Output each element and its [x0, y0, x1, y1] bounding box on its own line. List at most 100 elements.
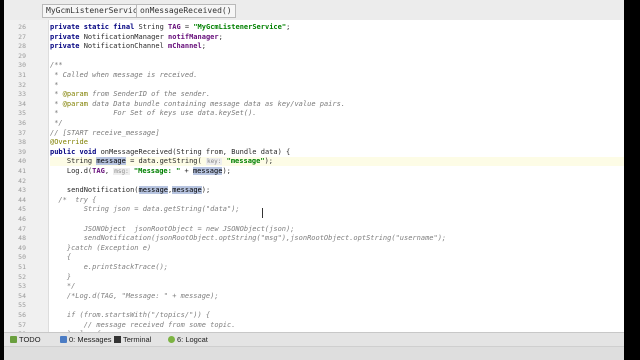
- code-token: sendNotification(jsonRootObject.optStrin…: [50, 234, 447, 243]
- code-line[interactable]: public void onMessageReceived(String fro…: [50, 148, 290, 157]
- line-number[interactable]: 28: [10, 42, 26, 51]
- line-number[interactable]: 26: [10, 23, 26, 32]
- line-number[interactable]: 42: [10, 177, 26, 186]
- line-number[interactable]: 39: [10, 148, 26, 157]
- code-token: */: [50, 119, 63, 127]
- code-line[interactable]: e.printStackTrace();: [50, 263, 168, 272]
- terminal-tool-button[interactable]: Terminal: [114, 335, 151, 345]
- line-number[interactable]: 51: [10, 263, 26, 272]
- todo-tool-button[interactable]: TODO: [10, 335, 41, 345]
- code-line[interactable]: private NotificationManager notifManager…: [50, 33, 223, 42]
- code-line[interactable]: String message = data.getString( key: "m…: [50, 157, 624, 167]
- code-token: @Override: [50, 138, 88, 147]
- code-token: onMessageReceived(String from, Bundle da…: [100, 147, 291, 156]
- code-line[interactable]: * For Set of keys use data.keySet().: [50, 109, 256, 118]
- code-line[interactable]: */: [50, 119, 63, 128]
- code-line[interactable]: private static final String TAG = "MyGcm…: [50, 23, 290, 32]
- code-token: public void: [50, 147, 101, 156]
- code-line[interactable]: * @param from SenderID of the sender.: [50, 90, 210, 99]
- line-number[interactable]: 50: [10, 253, 26, 262]
- line-number[interactable]: 54: [10, 292, 26, 301]
- text-cursor-icon: [262, 208, 267, 218]
- line-number[interactable]: 32: [10, 81, 26, 90]
- line-number[interactable]: 45: [10, 205, 26, 214]
- code-token: d(: [83, 167, 93, 175]
- code-token: {: [50, 253, 72, 262]
- code-token: NotificationManager: [83, 32, 169, 41]
- line-number-gutter[interactable]: 26 27 28 29 30 31 32 33 34 35 36 37 38 39 40 41 42 43 44 45…: [4, 20, 49, 338]
- code-token: *: [50, 99, 63, 108]
- line-number[interactable]: 36: [10, 119, 26, 128]
- code-token: =: [180, 23, 194, 31]
- code-line[interactable]: /**: [50, 61, 63, 70]
- messages-label: 0: Messages: [69, 335, 112, 344]
- line-number[interactable]: 27: [10, 33, 26, 42]
- code-line[interactable]: /* try {: [50, 196, 96, 205]
- code-line[interactable]: // message received from some topic.: [50, 321, 236, 330]
- code-line[interactable]: */: [50, 282, 75, 291]
- code-line[interactable]: }catch (Exception e): [50, 244, 151, 253]
- selected-token: message: [138, 186, 169, 195]
- code-line[interactable]: sendNotification(jsonRootObject.optStrin…: [50, 234, 446, 243]
- code-area[interactable]: private static final String TAG = "MyGcm…: [50, 20, 624, 338]
- line-number[interactable]: 37: [10, 129, 26, 138]
- code-token: // [START receive_message]: [50, 128, 160, 137]
- code-line[interactable]: @Override: [50, 138, 88, 147]
- line-number[interactable]: 40: [10, 157, 26, 166]
- code-line[interactable]: *: [50, 81, 58, 90]
- code-editor[interactable]: 26 27 28 29 30 31 32 33 34 35 36 37 38 39 40 41 42 43 44 45…: [4, 20, 624, 338]
- code-token: *: [50, 90, 63, 99]
- code-token: /*Log.d(TAG, "Message: " + message);: [50, 291, 219, 300]
- line-number[interactable]: 48: [10, 234, 26, 243]
- line-number[interactable]: 55: [10, 301, 26, 310]
- code-token: );: [264, 157, 273, 166]
- code-token: String json = data.getString("data");: [50, 205, 240, 214]
- logcat-icon: [168, 336, 175, 343]
- code-token: * Called when message is received.: [50, 71, 198, 79]
- breadcrumb-class[interactable]: MyGcmListenerService: [42, 4, 147, 18]
- code-line[interactable]: private NotificationChannel mChannel;: [50, 42, 206, 51]
- code-line[interactable]: * @param data Data bundle containing mes…: [50, 100, 345, 109]
- breadcrumb-method[interactable]: onMessageReceived(): [136, 4, 236, 18]
- code-line[interactable]: if (from.startsWith("/topics/")) {: [50, 311, 210, 320]
- code-token: NotificationChannel: [83, 42, 169, 51]
- line-number[interactable]: 44: [10, 196, 26, 205]
- code-token: Log.: [50, 167, 84, 175]
- line-number[interactable]: 49: [10, 244, 26, 253]
- line-number[interactable]: 29: [10, 52, 26, 61]
- line-number[interactable]: 47: [10, 225, 26, 234]
- line-number[interactable]: 56: [10, 311, 26, 320]
- code-line[interactable]: /*Log.d(TAG, "Message: " + message);: [50, 292, 219, 301]
- code-line[interactable]: JSONObject jsonRootObject = new JSONObje…: [50, 225, 295, 234]
- code-token: private: [50, 42, 84, 51]
- code-line[interactable]: // [START receive_message]: [50, 129, 160, 138]
- line-number[interactable]: 34: [10, 100, 26, 109]
- line-number[interactable]: 38: [10, 138, 26, 147]
- code-line[interactable]: Log.d(TAG, msg: "Message: " + message);: [50, 167, 231, 176]
- code-token: +: [180, 167, 193, 175]
- code-token: );: [222, 167, 231, 175]
- code-token: private: [50, 32, 84, 41]
- code-line[interactable]: {: [50, 253, 71, 262]
- line-number[interactable]: 31: [10, 71, 26, 80]
- line-number[interactable]: 57: [10, 321, 26, 330]
- line-number[interactable]: 46: [10, 215, 26, 224]
- code-token: "MyGcmListenerService": [193, 23, 287, 31]
- line-number[interactable]: 33: [10, 90, 26, 99]
- line-number[interactable]: 43: [10, 186, 26, 195]
- code-token: private static final: [50, 23, 139, 31]
- messages-tool-button[interactable]: 0: Messages: [60, 335, 112, 345]
- code-line[interactable]: String json = data.getString("data");: [50, 205, 240, 214]
- line-number[interactable]: 30: [10, 61, 26, 70]
- logcat-tool-button[interactable]: 6: Logcat: [168, 335, 208, 345]
- code-line[interactable]: }: [50, 273, 71, 282]
- todo-label: TODO: [19, 335, 41, 344]
- code-line[interactable]: sendNotification(message,message);: [50, 186, 210, 195]
- line-number[interactable]: 35: [10, 109, 26, 118]
- line-number[interactable]: 52: [10, 273, 26, 282]
- code-token: *: [50, 80, 59, 89]
- code-line[interactable]: * Called when message is received.: [50, 71, 198, 80]
- line-number[interactable]: 41: [10, 167, 26, 176]
- line-number[interactable]: 53: [10, 282, 26, 291]
- code-token: String: [138, 23, 169, 31]
